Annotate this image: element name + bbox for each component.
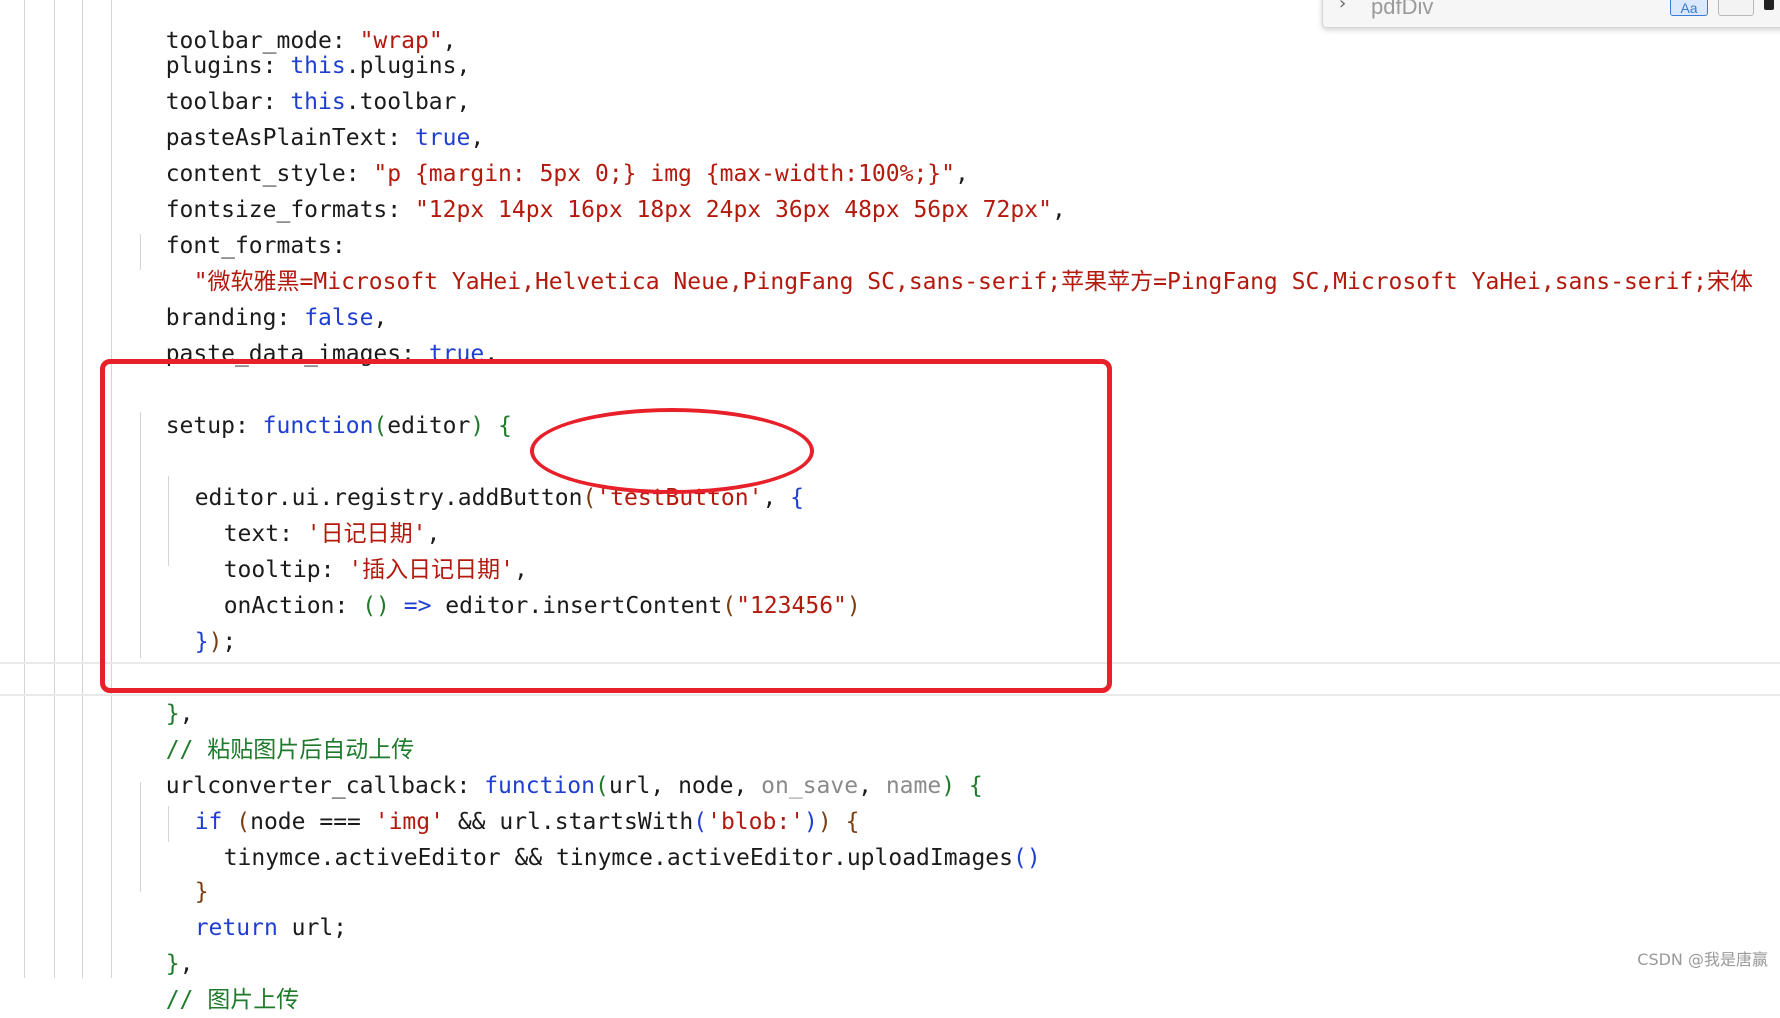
watermark: CSDN @我是唐赢 [1637, 950, 1768, 969]
code-line[interactable]: }, [138, 910, 194, 977]
code-token: { [955, 773, 983, 799]
code-line[interactable]: toolbar: this.toolbar, [138, 48, 471, 115]
code-token: tinymce.activeEditor && tinymce.activeEd… [223, 845, 1013, 871]
code-comment: // 图片上传 [165, 987, 300, 1013]
code-token: name [885, 773, 942, 799]
code-token: , [858, 773, 886, 799]
indent-guide [54, 0, 55, 978]
code-line[interactable]: // 粘贴图片后自动上传 [138, 696, 415, 763]
code-line[interactable]: pasteAsPlainText: true, [138, 84, 485, 151]
code-token: ) [941, 773, 956, 799]
match-whole-word-button[interactable] [1718, 0, 1754, 16]
code-token: "12px 14px 16px 18px 24px 36px 48px 56px… [414, 197, 1052, 223]
highlight-ellipse [530, 408, 814, 494]
chevron-right-icon[interactable]: › [1339, 0, 1346, 14]
find-widget: › [1322, 0, 1780, 28]
code-token: url; [277, 915, 348, 941]
match-case-button[interactable]: Aa [1670, 0, 1708, 16]
indent-guide [82, 0, 83, 978]
code-line[interactable]: return url; [167, 874, 347, 941]
code-line[interactable]: plugins: this.plugins, [138, 12, 471, 79]
code-line[interactable]: urlconverter_callback: function(url, nod… [138, 732, 983, 799]
code-line[interactable]: if (node === 'img' && url.startsWith('bl… [167, 768, 860, 835]
code-line[interactable]: content_style: "p {margin: 5px 0;} img {… [138, 120, 969, 187]
code-token: () [1013, 845, 1041, 871]
code-line[interactable]: // 图片上传 [138, 946, 300, 1013]
code-line[interactable]: fontsize_formats: "12px 14px 16px 18px 2… [138, 156, 1066, 223]
code-token: "微软雅黑=Microsoft YaHei,Helvetica Neue,Pin… [193, 269, 1754, 295]
code-line[interactable]: } [167, 838, 209, 905]
code-line[interactable]: paste_data_images: true, [138, 300, 498, 367]
code-line[interactable]: font_formats: [138, 192, 346, 259]
code-token: , [1051, 197, 1066, 223]
highlight-box [100, 359, 1112, 693]
code-token: return [194, 915, 278, 941]
code-line[interactable]: branding: false, [138, 264, 388, 331]
search-input[interactable] [1371, 0, 1671, 21]
indent-guide [24, 0, 25, 978]
code-line[interactable]: "微软雅黑=Microsoft YaHei,Helvetica Neue,Pin… [166, 228, 1780, 295]
regex-button[interactable] [1764, 0, 1774, 10]
code-line[interactable]: tinymce.activeEditor && tinymce.activeEd… [196, 804, 1041, 871]
